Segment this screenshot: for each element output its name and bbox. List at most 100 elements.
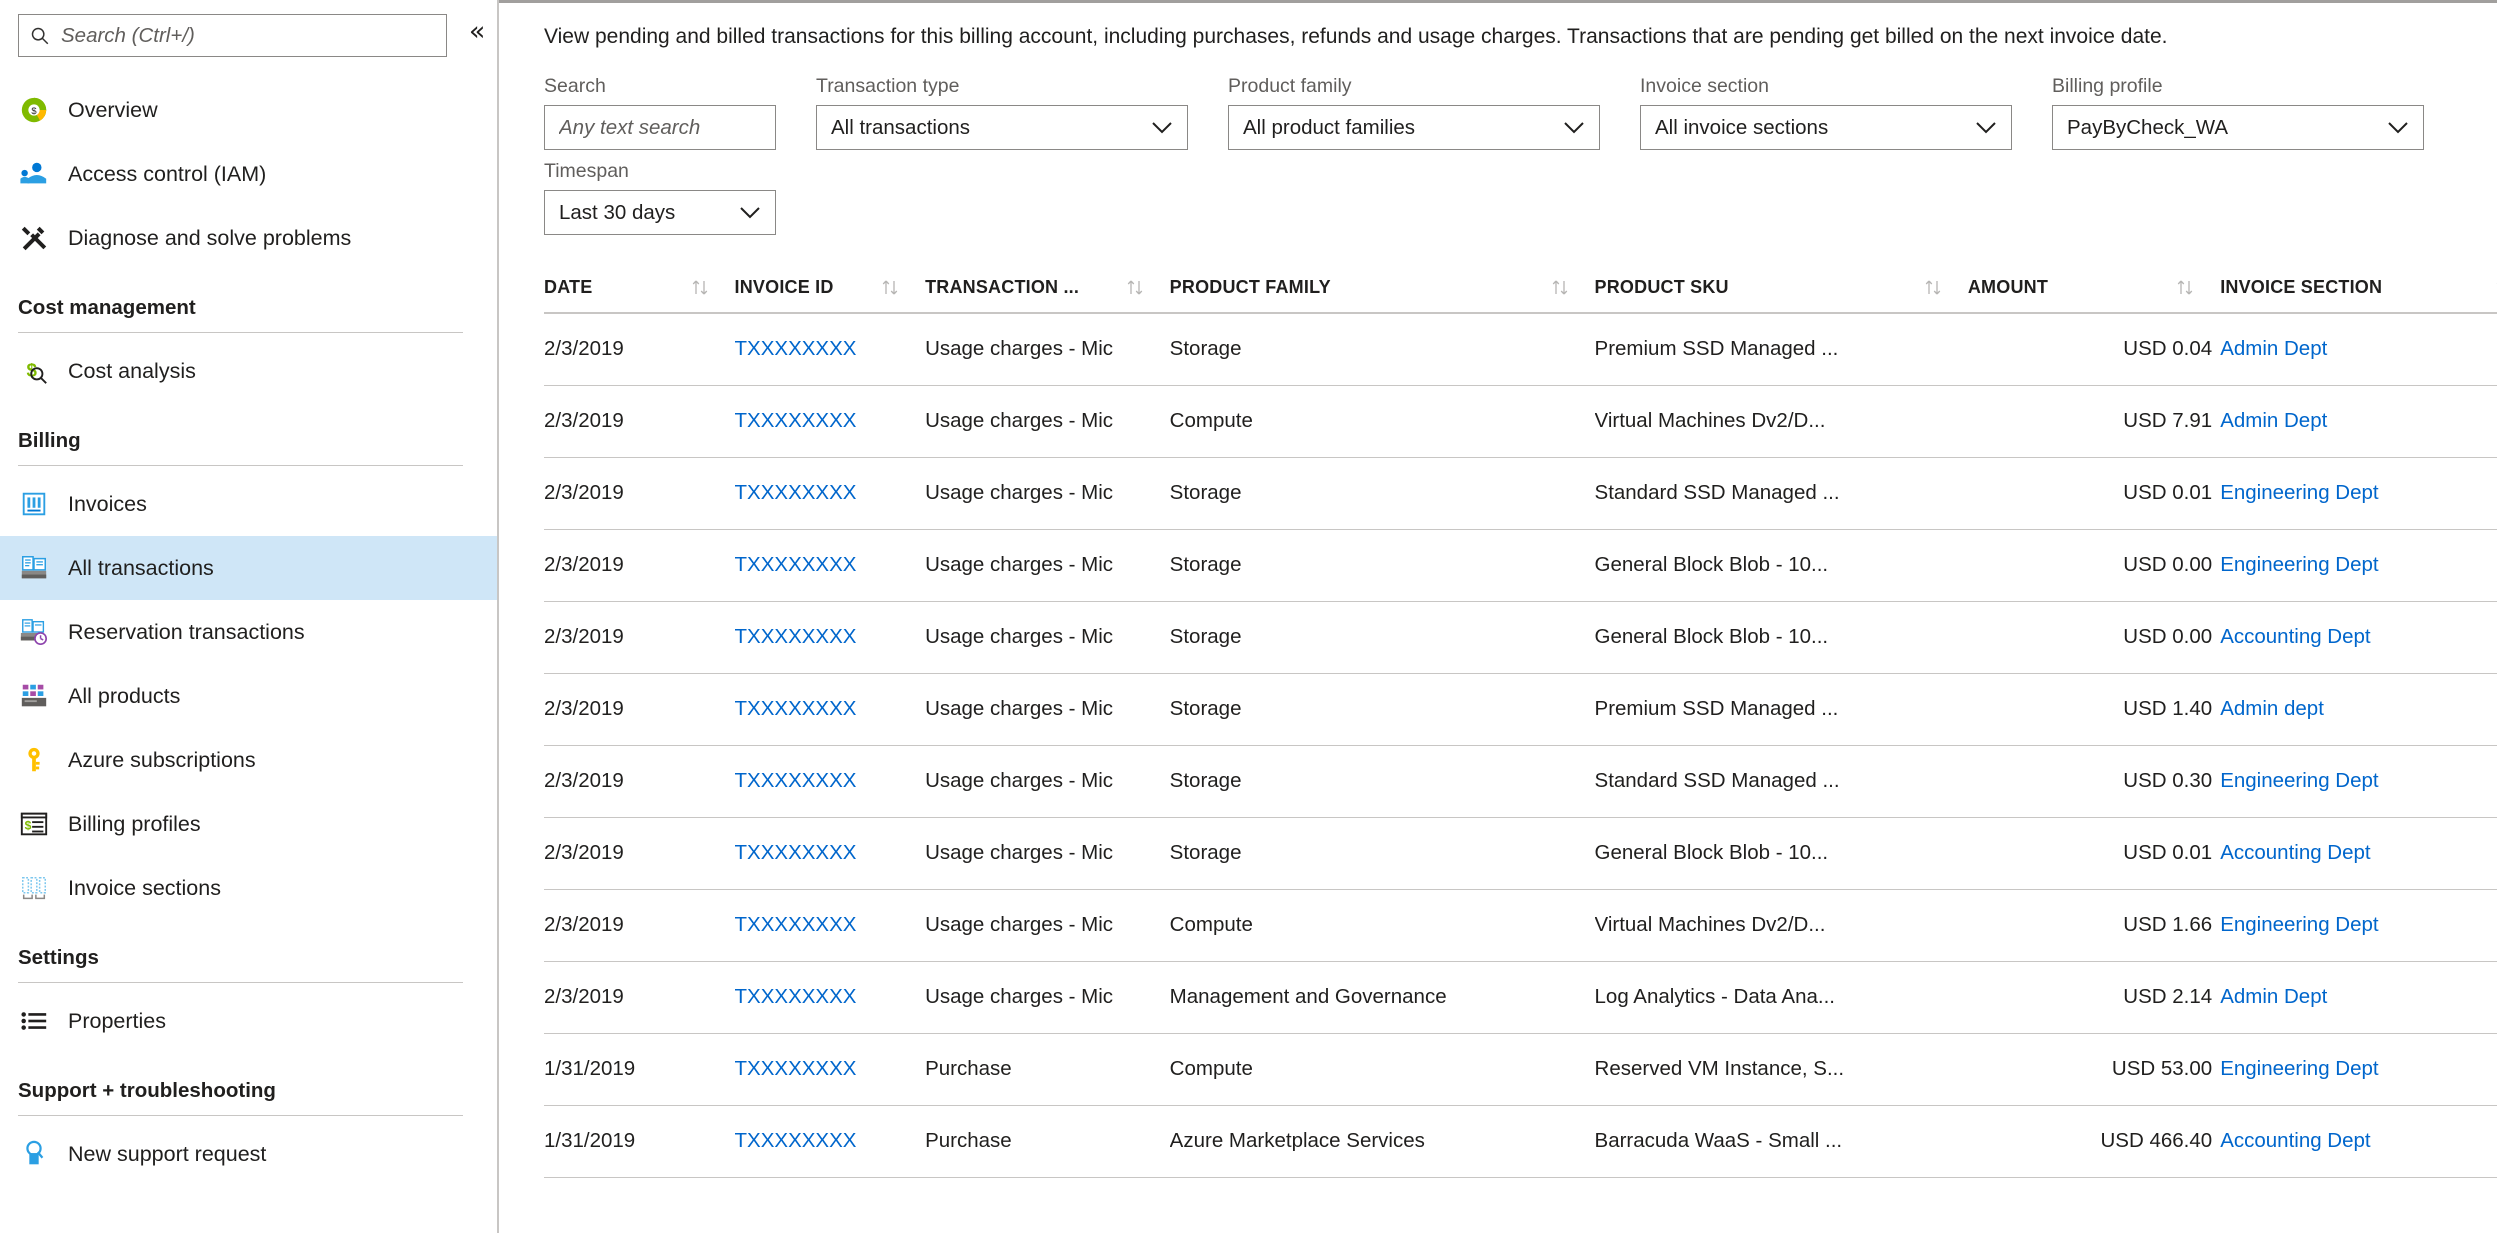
timespan-select[interactable]: Last 30 days [544,190,776,235]
invoice-section-link[interactable]: Engineering Dept [2220,481,2378,504]
cell-invoice-id: TXXXXXXXX [734,1105,926,1178]
sidebar-item-access-control[interactable]: Access control (IAM) [0,142,497,206]
column-header-invoice-section[interactable]: INVOICE SECTION [2220,267,2497,314]
invoice-id-link[interactable]: TXXXXXXXX [735,1129,857,1152]
invoice-id-link[interactable]: TXXXXXXXX [735,481,857,504]
invoice-id-link[interactable]: TXXXXXXXX [735,985,857,1008]
cell-transaction-type: Usage charges - Mic [925,961,1170,1034]
overview-donut-icon: $ [18,94,50,126]
invoice-id-link[interactable]: TXXXXXXXX [735,769,857,792]
sidebar-search-box[interactable] [18,14,448,57]
cell-date: 2/3/2019 [544,961,735,1034]
column-header-invoice-id[interactable]: INVOICE ID [734,267,926,314]
column-header-date[interactable]: DATE [544,267,735,314]
billing-profile-select[interactable]: PayByCheck_WA [2052,105,2424,150]
divider [18,982,463,983]
invoice-section-link[interactable]: Engineering Dept [2220,553,2378,576]
table-row[interactable]: 1/31/2019 TXXXXXXXX Purchase Azure Marketpl… [544,1105,2497,1178]
cell-transaction-type: Usage charges - Mic [925,385,1170,458]
cell-invoice-section: Admin Dept [2220,961,2497,1034]
product-family-select[interactable]: All product families [1228,105,1600,150]
sidebar-item-billing-profiles[interactable]: $ Billing profiles [0,792,497,856]
invoice-section-link[interactable]: Engineering Dept [2220,1057,2378,1080]
sidebar-nav: $ Overview Access control (IAM) Diagnose… [0,78,497,1186]
invoice-section-link[interactable]: Engineering Dept [2220,769,2378,792]
column-header-product-family[interactable]: PRODUCT FAMILY [1169,267,1595,314]
table-row[interactable]: 2/3/2019 TXXXXXXXX Usage charges - Mic Stor… [544,745,2497,818]
sidebar-item-overview[interactable]: $ Overview [0,78,497,142]
table-row[interactable]: 2/3/2019 TXXXXXXXX Usage charges - Mic Stor… [544,457,2497,530]
column-header-transaction-type[interactable]: TRANSACTION ... [925,267,1170,314]
search-input-wrapper[interactable] [544,105,776,150]
sidebar-item-new-support-request[interactable]: New support request [0,1122,497,1186]
table-row[interactable]: 2/3/2019 TXXXXXXXX Usage charges - Mic Comp… [544,385,2497,458]
table-row[interactable]: 2/3/2019 TXXXXXXXX Usage charges - Mic Comp… [544,889,2497,962]
cell-product-family: Compute [1169,385,1595,458]
table-row[interactable]: 2/3/2019 TXXXXXXXX Usage charges - Mic Stor… [544,817,2497,890]
invoice-id-link[interactable]: TXXXXXXXX [735,625,857,648]
sort-arrows-icon [692,280,707,295]
column-header-amount[interactable]: AMOUNT [1967,267,2221,314]
table-row[interactable]: 2/3/2019 TXXXXXXXX Usage charges - Mic Stor… [544,673,2497,746]
cell-amount: USD 7.91 [1967,385,2221,458]
filter-transaction-type: Transaction type All transactions [816,75,1188,150]
invoice-section-link[interactable]: Admin Dept [2220,337,2327,360]
cell-invoice-id: TXXXXXXXX [734,385,926,458]
sidebar-item-properties[interactable]: Properties [0,989,497,1053]
top-divider [499,0,2497,3]
cell-product-sku: Premium SSD Managed ... [1594,313,1968,386]
table-row[interactable]: 2/3/2019 TXXXXXXXX Usage charges - Mic Stor… [544,529,2497,602]
sidebar-item-reservation-transactions[interactable]: Reservation transactions [0,600,497,664]
transaction-type-select[interactable]: All transactions [816,105,1188,150]
invoice-section-link[interactable]: Admin dept [2220,697,2324,720]
cell-date: 2/3/2019 [544,889,735,962]
search-input[interactable] [559,115,761,140]
invoice-section-link[interactable]: Admin Dept [2220,985,2327,1008]
sidebar-item-diagnose[interactable]: Diagnose and solve problems [0,206,497,270]
cell-invoice-section: Admin Dept [2220,313,2497,386]
sidebar-item-invoice-sections[interactable]: Invoice sections [0,856,497,920]
cell-transaction-type: Usage charges - Mic [925,673,1170,746]
cell-transaction-type: Usage charges - Mic [925,529,1170,602]
invoice-section-link[interactable]: Admin Dept [2220,409,2327,432]
filter-invoice-section-label: Invoice section [1640,75,1769,97]
cell-amount: USD 2.14 [1967,961,2221,1034]
table-row[interactable]: 2/3/2019 TXXXXXXXX Usage charges - Mic Mana… [544,961,2497,1034]
table-row[interactable]: 1/31/2019 TXXXXXXXX Purchase Compute Reserve… [544,1033,2497,1106]
invoice-id-link[interactable]: TXXXXXXXX [735,337,857,360]
cell-product-family: Management and Governance [1169,961,1595,1034]
cell-product-family: Storage [1169,313,1595,386]
invoice-id-link[interactable]: TXXXXXXXX [735,841,857,864]
sidebar-item-invoices[interactable]: Invoices [0,472,497,536]
cell-invoice-section: Engineering Dept [2220,889,2497,962]
table-row[interactable]: 2/3/2019 TXXXXXXXX Usage charges - Mic Stor… [544,313,2497,386]
collapse-sidebar-button[interactable]: « [457,14,497,54]
cell-product-sku: Premium SSD Managed ... [1594,673,1968,746]
table-row[interactable]: 2/3/2019 TXXXXXXXX Usage charges - Mic Stor… [544,601,2497,674]
sidebar-item-label: Cost analysis [68,358,196,383]
cell-transaction-type: Usage charges - Mic [925,601,1170,674]
invoice-id-link[interactable]: TXXXXXXXX [735,913,857,936]
invoice-id-link[interactable]: TXXXXXXXX [735,1057,857,1080]
sidebar-item-label: Properties [68,1008,166,1033]
invoice-section-select[interactable]: All invoice sections [1640,105,2012,150]
invoice-section-link[interactable]: Accounting Dept [2220,625,2370,648]
invoice-id-link[interactable]: TXXXXXXXX [735,409,857,432]
cell-invoice-id: TXXXXXXXX [734,601,926,674]
sidebar-item-cost-analysis[interactable]: $ Cost analysis [0,339,497,403]
sidebar-item-all-products[interactable]: All products [0,664,497,728]
invoice-id-link[interactable]: TXXXXXXXX [735,697,857,720]
sidebar-item-label: Diagnose and solve problems [68,225,352,250]
sidebar-item-azure-subscriptions[interactable]: Azure subscriptions [0,728,497,792]
invoice-section-link[interactable]: Accounting Dept [2220,841,2370,864]
table-body: 2/3/2019 TXXXXXXXX Usage charges - Mic Stor… [544,313,2497,1178]
column-header-product-sku[interactable]: PRODUCT SKU [1594,267,1968,314]
transactions-table: DATE INVOICE ID TRANSACTION ... PRODUCT … [544,267,2497,1178]
sidebar-item-all-transactions[interactable]: All transactions [0,536,497,600]
column-header-label: INVOICE ID [734,277,834,297]
invoice-section-link[interactable]: Accounting Dept [2220,1129,2370,1152]
filter-timespan: Timespan Last 30 days [544,160,776,235]
invoice-id-link[interactable]: TXXXXXXXX [735,553,857,576]
invoice-section-link[interactable]: Engineering Dept [2220,913,2378,936]
sidebar-search-input[interactable] [61,23,437,48]
